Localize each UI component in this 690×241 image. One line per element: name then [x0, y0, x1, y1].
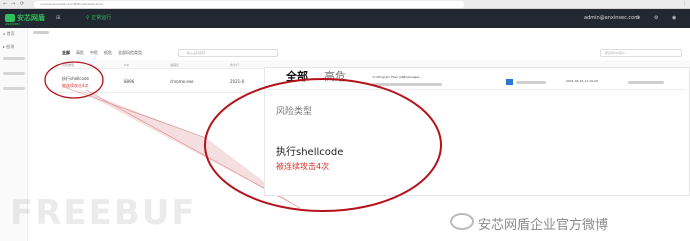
zoom-tab-all[interactable]: 全部: [286, 70, 308, 84]
zoom-divider: [265, 89, 685, 90]
weibo-watermark: 安芯网盾企业官方微博: [478, 218, 609, 233]
freebuf-watermark: FREEBUF: [10, 193, 197, 233]
zoom-risk-value: 执行shellcode: [276, 147, 344, 158]
zoom-wedge: [75, 88, 296, 206]
cell-cmdline-redacted: [372, 83, 442, 86]
cell-cmdline: "C:\Program Files (x86)\Google\...: [372, 75, 423, 79]
weibo-logo-icon: [450, 213, 474, 230]
zoom-guide-top: [63, 86, 207, 139]
zoom-risk-detail: 被连续攻击4次: [276, 162, 330, 171]
zoom-tabs: 全部 高危: [286, 70, 346, 84]
windows-os-icon: [506, 79, 513, 85]
cell-hostname-redacted: [516, 81, 546, 84]
zoom-detail-card: [264, 67, 690, 196]
zoom-tab-high[interactable]: 高危: [324, 70, 346, 84]
cell-status-redacted: [628, 81, 664, 84]
zoom-risk-label: 风险类型: [276, 107, 313, 117]
cell-report-time: 2021-04-15 11:19:29: [566, 79, 598, 83]
